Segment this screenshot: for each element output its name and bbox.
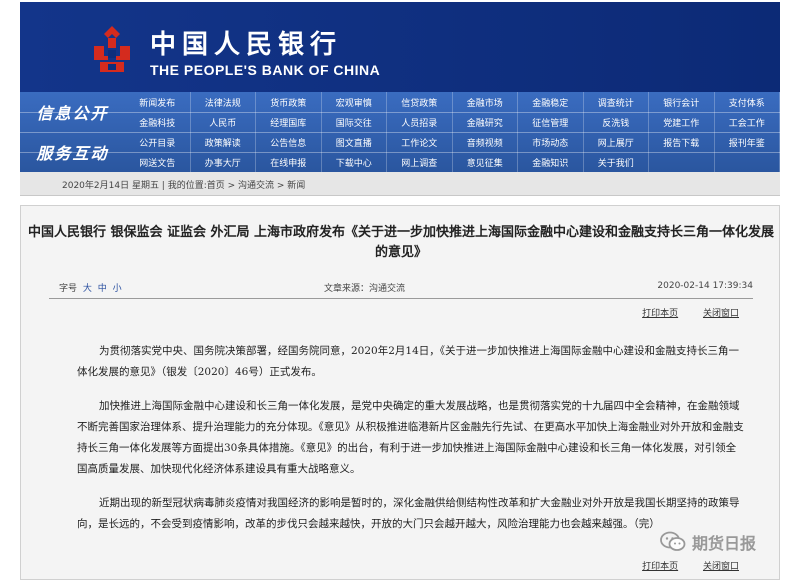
nav-item[interactable]: 金融稳定 [518,92,584,112]
nav-item[interactable]: 意见征集 [453,152,518,172]
nav-item[interactable]: 宏观审慎 [322,92,387,112]
nav-item-empty [715,152,780,172]
article-paragraph: 为贯彻落实党中央、国务院决策部署，经国务院同意，2020年2月14日，《关于进一… [77,345,740,378]
site-header: 中国人民银行 THE PEOPLE'S BANK OF CHINA [20,2,780,92]
meta-divider [49,298,753,299]
nav-item[interactable]: 公开目录 [125,132,191,152]
nav-item[interactable]: 报刊年鉴 [715,132,780,152]
nav-item[interactable]: 关于我们 [584,152,649,172]
pboc-logo-icon[interactable] [90,24,134,74]
article-datetime: 2020-02-14 17:39:34 [657,281,753,291]
nav-item[interactable]: 报告下载 [649,132,715,152]
watermark-text: 期货日报 [692,534,757,553]
nav-item[interactable]: 网送文告 [125,152,191,172]
nav-item[interactable]: 国际交往 [322,112,387,132]
article-meta: 字号 大 中 小 文章来源：沟通交流 2020-02-14 17:39:34 [49,278,753,296]
nav-item[interactable]: 金融知识 [518,152,584,172]
nav-item[interactable]: 工作论文 [387,132,453,152]
nav-item[interactable]: 金融研究 [453,112,518,132]
nav-item[interactable]: 工会工作 [715,112,780,132]
nav-item[interactable]: 下载中心 [322,152,387,172]
wechat-icon [660,531,686,551]
watermark: 期货日报 [660,528,756,556]
nav-item[interactable]: 金融市场 [453,92,518,112]
nav-item[interactable]: 征信管理 [518,112,584,132]
article-source: 文章来源：沟通交流 [324,284,406,294]
nav-item[interactable]: 音频视频 [453,132,518,152]
nav-item[interactable]: 在线申报 [256,152,322,172]
nav-item[interactable]: 经理国库 [256,112,322,132]
article-body: 为贯彻落实党中央、国务院决策部署，经国务院同意，2020年2月14日，《关于进一… [77,341,745,548]
nav-item[interactable]: 银行会计 [649,92,715,112]
bank-name-en: THE PEOPLE'S BANK OF CHINA [150,62,381,78]
nav-grid: 新闻发布 法律法规 货币政策 宏观审慎 信贷政策 金融市场 金融稳定 调查统计 … [125,92,780,172]
nav-item[interactable]: 网上展厅 [584,132,649,152]
nav-item[interactable]: 法律法规 [191,92,256,112]
nav-item[interactable]: 政策解读 [191,132,256,152]
nav-item[interactable]: 调查统计 [584,92,649,112]
article-actions-bottom: 打印本页 关闭窗口 [620,559,739,572]
nav-item[interactable]: 金融科技 [125,112,191,132]
bank-name-cn: 中国人民银行 [150,30,343,60]
nav-item[interactable]: 市场动态 [518,132,584,152]
nav-item[interactable]: 信贷政策 [387,92,453,112]
nav-item[interactable]: 党建工作 [649,112,715,132]
nav-item[interactable]: 办事大厅 [191,152,256,172]
article-paragraph: 近期出现的新型冠状病毒肺炎疫情对我国经济的影响是暂时的，深化金融供给侧结构性改革… [77,497,740,530]
font-size-label: 字号 [59,284,78,294]
nav-item[interactable]: 网上调查 [387,152,453,172]
nav-item[interactable]: 公告信息 [256,132,322,152]
nav-item[interactable]: 新闻发布 [125,92,191,112]
breadcrumb[interactable]: 2020年2月14日 星期五 | 我的位置:首页 > 沟通交流 > 新闻 [62,178,305,191]
nav-item[interactable]: 图文直播 [322,132,387,152]
article-frame: 中国人民银行 银保监会 证监会 外汇局 上海市政府发布《关于进一步加快推进上海国… [20,205,780,580]
breadcrumb-bar: 2020年2月14日 星期五 | 我的位置:首页 > 沟通交流 > 新闻 [20,172,780,196]
article-paragraph: 加快推进上海国际金融中心建设和长三角一体化发展，是党中央确定的重大发展战略，也是… [77,400,744,475]
page: 中国人民银行 THE PEOPLE'S BANK OF CHINA 信息公开 服… [0,0,800,580]
main-nav: 信息公开 服务互动 新闻发布 法律法规 货币政策 宏观审慎 信贷政策 金融市场 … [20,92,780,172]
font-size-small[interactable]: 小 [113,284,122,294]
nav-item[interactable]: 人员招录 [387,112,453,132]
print-page-link[interactable]: 打印本页 [642,309,678,319]
font-size-medium[interactable]: 中 [98,284,107,294]
nav-item[interactable]: 人民币 [191,112,256,132]
article-actions-top: 打印本页 关闭窗口 [620,306,739,319]
article-title: 中国人民银行 银保监会 证监会 外汇局 上海市政府发布《关于进一步加快推进上海国… [27,225,775,260]
nav-item[interactable]: 支付体系 [715,92,780,112]
close-window-link[interactable]: 关闭窗口 [703,309,739,319]
font-size-large[interactable]: 大 [83,284,92,294]
font-size-control: 字号 大 中 小 [59,281,122,294]
print-page-link[interactable]: 打印本页 [642,562,678,572]
nav-item-empty [649,152,715,172]
close-window-link[interactable]: 关闭窗口 [703,562,739,572]
nav-item[interactable]: 货币政策 [256,92,322,112]
nav-item[interactable]: 反洗钱 [584,112,649,132]
